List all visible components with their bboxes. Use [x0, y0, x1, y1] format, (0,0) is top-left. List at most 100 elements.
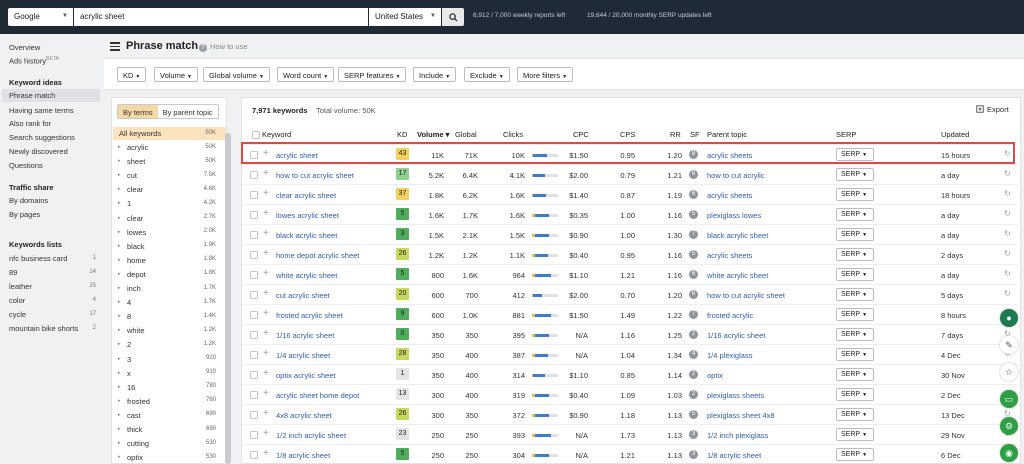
terms-scrollbar[interactable]: [225, 133, 231, 464]
keyword-link[interactable]: 1/2 inch acrylic sheet: [276, 431, 346, 440]
search-engine-select[interactable]: Google ▼: [8, 8, 73, 26]
select-all-checkbox[interactable]: [252, 131, 260, 139]
parent-topic-link[interactable]: acrylic sheets: [707, 251, 752, 260]
keyword-link[interactable]: lowes acrylic sheet: [276, 211, 339, 220]
term-item[interactable]: ▸ home 1.8K: [113, 254, 226, 267]
row-checkbox[interactable]: [250, 411, 258, 419]
refresh-icon[interactable]: ↻: [1004, 189, 1011, 198]
filter-serp-features[interactable]: SERP features ▼: [338, 67, 407, 82]
add-to-list-icon[interactable]: +: [263, 188, 269, 199]
row-checkbox[interactable]: [250, 211, 258, 219]
row-checkbox[interactable]: [250, 191, 258, 199]
nav-newly-discovered[interactable]: Newly discovered: [9, 147, 68, 156]
favorite-button[interactable]: ☆: [1000, 363, 1018, 381]
refresh-icon[interactable]: ↻: [1004, 269, 1011, 278]
nav-also-rank-for[interactable]: Also rank for: [9, 119, 51, 128]
chat-button[interactable]: ✎: [1000, 336, 1018, 354]
serp-dropdown[interactable]: SERP ▼: [836, 188, 874, 201]
keyword-link[interactable]: frosted acrylic sheet: [276, 311, 343, 320]
row-checkbox[interactable]: [250, 171, 258, 179]
term-item[interactable]: ▸ cut 7.5K: [113, 169, 226, 182]
serp-dropdown[interactable]: SERP ▼: [836, 168, 874, 181]
export-button[interactable]: Export: [976, 105, 1009, 114]
term-item[interactable]: ▸ cutting 530: [113, 437, 226, 450]
serp-dropdown[interactable]: SERP ▼: [836, 368, 874, 381]
sf-badge[interactable]: 6: [689, 270, 698, 279]
keyword-link[interactable]: 4x8 acrylic sheet: [276, 411, 332, 420]
keyword-link[interactable]: 1/4 acrylic sheet: [276, 351, 330, 360]
col-keyword[interactable]: Keyword: [262, 130, 291, 139]
add-to-list-icon[interactable]: +: [263, 308, 269, 319]
nav-phrase-match[interactable]: Phrase match: [2, 89, 100, 102]
col-serp[interactable]: SERP: [836, 130, 856, 139]
nav-having-same-terms[interactable]: Having same terms: [9, 106, 74, 115]
add-to-list-icon[interactable]: +: [263, 428, 269, 439]
term-item[interactable]: ▸ inch 1.7K: [113, 282, 226, 295]
serp-dropdown[interactable]: SERP ▼: [836, 308, 874, 321]
serp-dropdown[interactable]: SERP ▼: [836, 268, 874, 281]
sf-badge[interactable]: 6: [689, 290, 698, 299]
filter-volume[interactable]: Volume ▼: [154, 67, 198, 82]
sf-badge[interactable]: 2: [689, 330, 698, 339]
settings-button[interactable]: ⚙: [1000, 417, 1018, 435]
sf-badge[interactable]: 4: [689, 350, 698, 359]
term-item[interactable]: ▸ sheet 50K: [113, 155, 226, 168]
keyword-link[interactable]: 1/8 acrylic sheet: [276, 451, 330, 460]
refresh-icon[interactable]: ↻: [1004, 229, 1011, 238]
parent-topic-link[interactable]: acrylic sheets: [707, 191, 752, 200]
col-cps[interactable]: CPS: [620, 130, 635, 139]
nav-search-suggestions[interactable]: Search suggestions: [9, 133, 75, 142]
refresh-icon[interactable]: ↻: [1004, 169, 1011, 178]
keyword-list-item[interactable]: nfc business card: [9, 254, 67, 263]
row-checkbox[interactable]: [250, 231, 258, 239]
term-item[interactable]: ▸ clear 4.6K: [113, 183, 226, 196]
sf-badge[interactable]: 2: [689, 390, 698, 399]
keyword-search-input[interactable]: acrylic sheet: [74, 8, 368, 26]
keyword-link[interactable]: optix acrylic sheet: [276, 371, 336, 380]
sf-badge[interactable]: 3: [689, 430, 698, 439]
how-to-use-link[interactable]: ? How to use: [199, 42, 248, 52]
sf-badge[interactable]: 2: [689, 370, 698, 379]
row-checkbox[interactable]: [250, 431, 258, 439]
parent-topic-link[interactable]: black acrylic sheet: [707, 231, 768, 240]
serp-dropdown[interactable]: SERP ▼: [836, 348, 874, 361]
add-to-list-icon[interactable]: +: [263, 408, 269, 419]
add-to-list-icon[interactable]: +: [263, 388, 269, 399]
sf-badge[interactable]: 3: [689, 450, 698, 459]
filter-global-volume[interactable]: Global volume ▼: [203, 67, 270, 82]
nav-by-domains[interactable]: By domains: [9, 196, 48, 205]
by-parent-topic-option[interactable]: By parent topic: [158, 105, 218, 118]
col-sf[interactable]: SF: [690, 130, 700, 139]
row-checkbox[interactable]: [250, 391, 258, 399]
add-to-list-icon[interactable]: +: [263, 368, 269, 379]
add-to-list-icon[interactable]: +: [263, 208, 269, 219]
col-parent-topic[interactable]: Parent topic: [707, 130, 747, 139]
term-item[interactable]: ▸ 3 920: [113, 353, 226, 366]
keyword-link[interactable]: acrylic sheet home depot: [276, 391, 359, 400]
term-item[interactable]: ▸ 2 1.2K: [113, 338, 226, 351]
term-item[interactable]: ▸ black 1.9K: [113, 240, 226, 253]
parent-topic-link[interactable]: 1/2 inch plexiglass: [707, 431, 768, 440]
serp-dropdown[interactable]: SERP ▼: [836, 228, 874, 241]
add-to-list-icon[interactable]: +: [263, 248, 269, 259]
add-to-list-icon[interactable]: +: [263, 268, 269, 279]
keyword-link[interactable]: clear acrylic sheet: [276, 191, 336, 200]
term-item[interactable]: ▸ 8 1.4K: [113, 310, 226, 323]
parent-topic-link[interactable]: plexiglass lowes: [707, 211, 761, 220]
filter-kd[interactable]: KD ▼: [117, 67, 147, 82]
col-updated[interactable]: Updated: [941, 130, 969, 139]
row-checkbox[interactable]: [250, 311, 258, 319]
menu-icon[interactable]: [110, 42, 120, 53]
keyword-link[interactable]: white acrylic sheet: [276, 271, 337, 280]
sf-badge[interactable]: 6: [689, 170, 698, 179]
term-item[interactable]: ▸ lowes 2.0K: [113, 226, 226, 239]
term-item[interactable]: ▸ 16 780: [113, 381, 226, 394]
term-item[interactable]: ▸ frosted 760: [113, 395, 226, 408]
row-checkbox[interactable]: [250, 291, 258, 299]
keyword-link[interactable]: home depot acrylic sheet: [276, 251, 359, 260]
parent-topic-link[interactable]: plexiglass sheets: [707, 391, 764, 400]
row-checkbox[interactable]: [250, 351, 258, 359]
serp-dropdown[interactable]: SERP ▼: [836, 448, 874, 461]
nav-ads-history[interactable]: Ads historyBETA: [9, 56, 59, 66]
serp-dropdown[interactable]: SERP ▼: [836, 208, 874, 221]
